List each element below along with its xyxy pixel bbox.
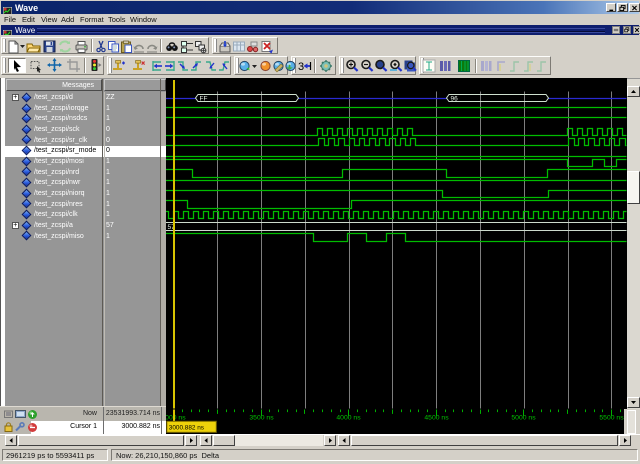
svg-text:96: 96 — [451, 95, 459, 102]
svg-text:4500 ns: 4500 ns — [424, 415, 449, 422]
svg-text:3000.882 ns: 3000.882 ns — [169, 425, 204, 432]
svg-text:3000 ns: 3000 ns — [166, 415, 186, 422]
svg-text:3: 3 — [298, 61, 304, 73]
svg-text:5000 ns: 5000 ns — [511, 415, 536, 422]
svg-text:FF: FF — [200, 95, 208, 102]
svg-text:3500 ns: 3500 ns — [249, 415, 274, 422]
svg-text:5500 ns: 5500 ns — [599, 415, 624, 422]
svg-text:4000 ns: 4000 ns — [336, 415, 361, 422]
